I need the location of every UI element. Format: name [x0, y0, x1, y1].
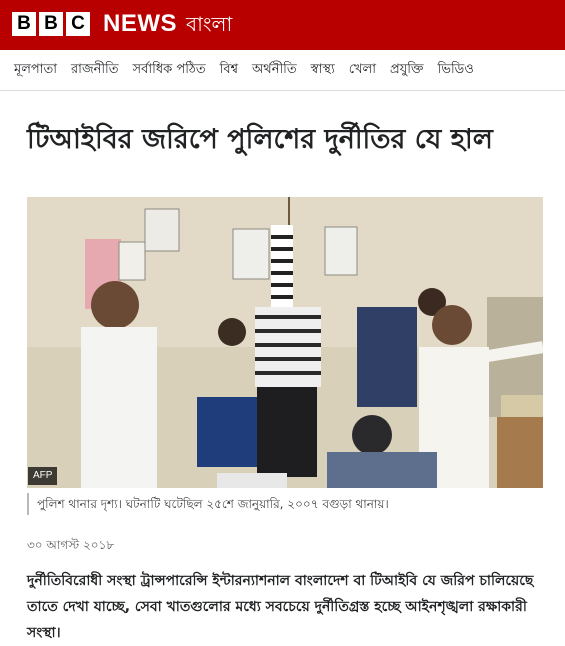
nav-item-economy[interactable]: অর্থনীতি [252, 61, 297, 79]
nav-item-politics[interactable]: রাজনীতি [71, 61, 119, 79]
logo-letter-c: C [66, 12, 90, 36]
nav-item-health[interactable]: স্বাস্থ্য [311, 61, 335, 79]
nav-item-world[interactable]: বিশ্ব [220, 61, 238, 79]
photo-illustration [27, 197, 543, 488]
article-photo [27, 197, 543, 488]
article-lead: দুর্নীতিবিরোধী সংস্থা ট্রান্সপারেন্সি ইন… [27, 573, 534, 641]
bbc-logo[interactable]: B B C [12, 12, 90, 36]
nav-item-sports[interactable]: খেলা [349, 61, 376, 79]
photo-caption: পুলিশ থানার দৃশ্য। ঘটনাটি ঘটেছিল ২৫শে জা… [27, 493, 553, 515]
news-wordmark[interactable]: NEWS [103, 9, 177, 39]
language-label[interactable]: বাংলা [186, 10, 232, 38]
nav-item-home[interactable]: মূলপাতা [14, 61, 57, 79]
publish-date: ৩০ আগস্ট ২০১৮ [27, 538, 115, 552]
nav-list: মূলপাতা রাজনীতি সর্বাধিক পঠিত বিশ্ব অর্থ… [14, 61, 474, 79]
main-navigation: মূলপাতা রাজনীতি সর্বাধিক পঠিত বিশ্ব অর্থ… [0, 50, 565, 91]
nav-item-technology[interactable]: প্রযুক্তি [390, 61, 424, 79]
image-credit: AFP [28, 467, 58, 485]
nav-item-video[interactable]: ভিডিও [438, 61, 474, 79]
nav-item-most-read[interactable]: সর্বাধিক পঠিত [133, 61, 206, 79]
site-header: B B C NEWS বাংলা [0, 0, 565, 50]
logo-letter-b1: B [12, 12, 36, 36]
article-headline: টিআইবির জরিপে পুলিশের দুর্নীতির যে হাল [27, 124, 493, 155]
logo-letter-b2: B [39, 12, 63, 36]
